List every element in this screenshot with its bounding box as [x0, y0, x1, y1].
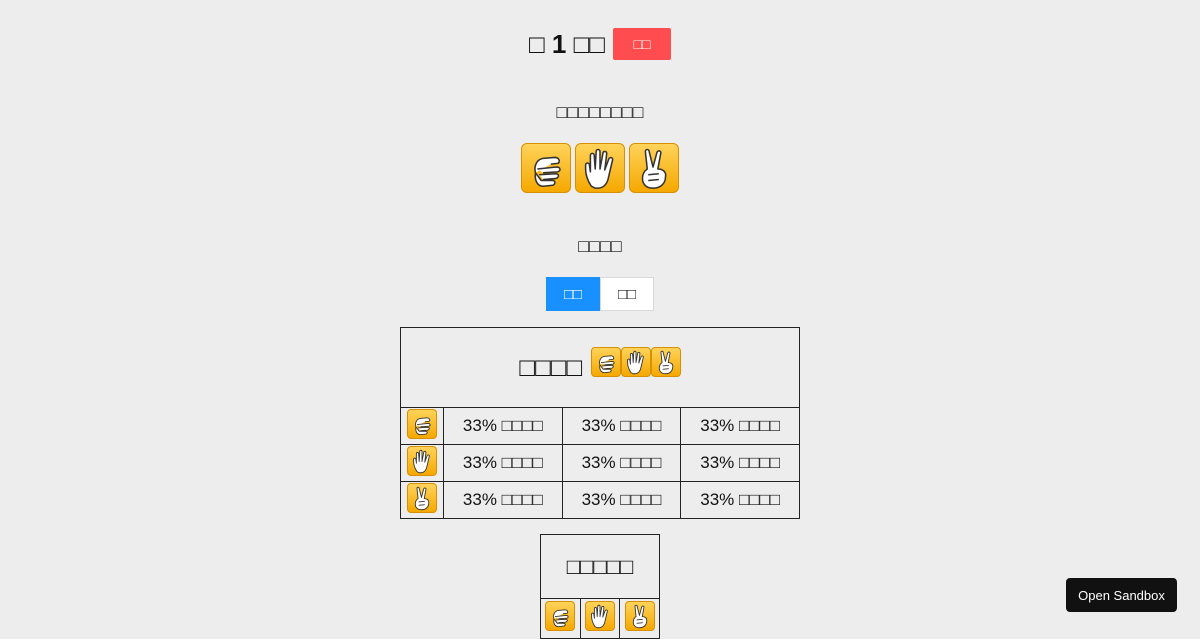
probability-cell: 33% □□□□ — [561, 444, 682, 482]
result-cell — [579, 598, 621, 639]
rock-icon — [407, 408, 437, 439]
result-table-title: □□□□□ — [540, 534, 660, 599]
rock-icon — [590, 346, 621, 377]
result-table: □□□□□ — [540, 534, 660, 639]
mode-option-0[interactable]: □□ — [546, 277, 600, 311]
probability-header-icons — [590, 346, 681, 377]
paper-icon — [584, 601, 615, 631]
probability-cell: 33% □□□□ — [561, 407, 682, 445]
probability-cell: 33% □□□□ — [443, 444, 563, 482]
rock-icon[interactable] — [521, 143, 571, 193]
result-cell — [619, 598, 660, 639]
probability-table-title: □□□□ — [519, 352, 583, 382]
row-icon-cell — [400, 407, 444, 445]
choice-buttons — [0, 143, 1200, 193]
table-row: 33% □□□□ 33% □□□□ 33% □□□□ — [400, 407, 800, 445]
scissors-icon[interactable] — [629, 143, 679, 193]
table-row: 33% □□□□ 33% □□□□ 33% □□□□ — [400, 481, 800, 519]
table-row: 33% □□□□ 33% □□□□ 33% □□□□ — [400, 444, 800, 482]
scissors-icon — [650, 346, 681, 377]
round-header: □ 1 □□ □□ — [0, 28, 1200, 60]
row-icon-cell — [400, 481, 444, 519]
probability-cell: 33% □□□□ — [561, 481, 682, 519]
probability-cell: 33% □□□□ — [443, 481, 563, 519]
probability-table-header: □□□□ — [400, 327, 800, 408]
mode-label: □□□□ — [578, 236, 622, 256]
paper-icon — [407, 445, 437, 476]
scissors-icon — [624, 601, 655, 631]
probability-table: □□□□ 33% □□□□ 33% □□□□ 33% □□□□ 33% □□□□… — [400, 327, 800, 519]
row-icon-cell — [400, 444, 444, 482]
probability-cell: 33% □□□□ — [680, 481, 800, 519]
probability-cell: 33% □□□□ — [680, 407, 800, 445]
paper-icon[interactable] — [575, 143, 625, 193]
reset-button[interactable]: □□ — [613, 28, 672, 60]
probability-cell: 33% □□□□ — [443, 407, 563, 445]
choose-prompt: □□□□□□□□ — [556, 102, 644, 122]
open-sandbox-button[interactable]: Open Sandbox — [1066, 578, 1177, 612]
rock-icon — [545, 601, 576, 631]
mode-option-1[interactable]: □□ — [600, 277, 654, 311]
mode-toggle: □□ □□ — [546, 277, 654, 311]
result-icons-row — [540, 598, 660, 639]
scissors-icon — [407, 482, 437, 513]
probability-cell: 33% □□□□ — [680, 444, 800, 482]
round-title: □ 1 □□ — [528, 28, 606, 59]
paper-icon — [620, 346, 651, 377]
result-cell — [540, 598, 581, 639]
